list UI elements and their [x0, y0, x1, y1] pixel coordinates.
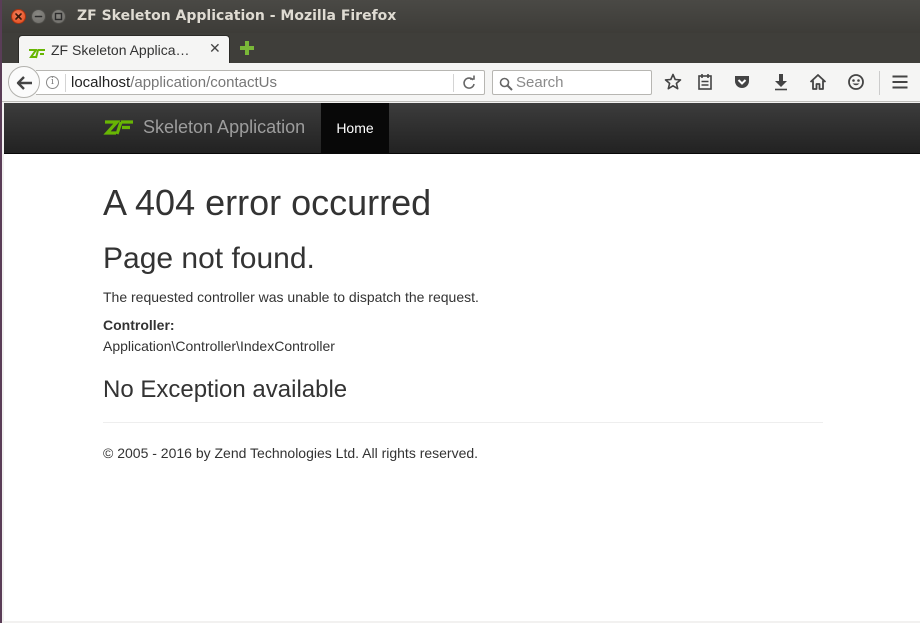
- back-button[interactable]: [8, 66, 40, 98]
- plus-icon: [240, 41, 254, 55]
- exception-heading: No Exception available: [103, 376, 348, 403]
- hamburger-menu-icon[interactable]: [891, 73, 909, 95]
- navigation-toolbar: i localhost/application/contactUs: [2, 63, 920, 102]
- site-info-icon[interactable]: i: [46, 76, 59, 89]
- nav-home-link[interactable]: Home: [321, 103, 389, 153]
- smiley-icon[interactable]: [847, 73, 865, 95]
- window-minimize-button[interactable]: [31, 9, 46, 24]
- url-host: localhost: [71, 74, 131, 91]
- footer-copyright: © 2005 - 2016 by Zend Technologies Ltd. …: [103, 445, 479, 461]
- tab-active[interactable]: ZF Skeleton Applica… ✕: [18, 35, 230, 64]
- error-subheading: Page not found.: [103, 242, 315, 275]
- reload-icon[interactable]: [461, 75, 477, 95]
- brand-name[interactable]: Skeleton Application: [143, 117, 305, 138]
- pocket-icon[interactable]: [733, 73, 751, 95]
- error-message: The requested controller was unable to d…: [103, 289, 479, 305]
- url-path: /application/contactUs: [130, 74, 277, 91]
- controller-value: Application\Controller\IndexController: [103, 338, 335, 354]
- reading-list-icon[interactable]: [697, 73, 713, 95]
- zf-logo-icon[interactable]: [103, 119, 135, 141]
- error-heading: A 404 error occurred: [103, 182, 432, 223]
- page-viewport: Skeleton Application Home A 404 error oc…: [4, 103, 920, 621]
- minimize-icon: [34, 15, 43, 18]
- url-bar[interactable]: i localhost/application/contactUs: [36, 70, 485, 95]
- search-icon: [499, 76, 513, 95]
- window-title: ZF Skeleton Application - Mozilla Firefo…: [77, 8, 397, 24]
- home-icon[interactable]: [809, 73, 827, 95]
- window-close-button[interactable]: [11, 9, 26, 24]
- download-icon[interactable]: [772, 73, 790, 95]
- tab-strip: ZF Skeleton Applica… ✕: [2, 33, 920, 64]
- back-arrow-icon: [16, 76, 32, 90]
- close-icon: [15, 13, 22, 20]
- window-maximize-button[interactable]: [51, 9, 66, 24]
- title-bar: ZF Skeleton Application - Mozilla Firefo…: [2, 0, 920, 33]
- footer-divider: [103, 422, 823, 423]
- tab-title: ZF Skeleton Applica…: [51, 42, 190, 58]
- controller-label: Controller:: [103, 317, 175, 333]
- star-icon[interactable]: [664, 73, 682, 95]
- url-separator: [65, 74, 66, 92]
- search-input[interactable]: [516, 74, 646, 91]
- url-text[interactable]: localhost/application/contactUs: [71, 74, 277, 91]
- browser-window: ZF Skeleton Application - Mozilla Firefo…: [0, 0, 920, 623]
- toolbar-separator: [879, 71, 880, 95]
- tab-close-icon[interactable]: ✕: [209, 41, 221, 57]
- maximize-icon: [54, 12, 63, 21]
- search-bar[interactable]: [492, 70, 652, 95]
- zf-favicon-icon: [28, 44, 46, 63]
- reload-separator: [453, 74, 454, 92]
- new-tab-button[interactable]: [238, 39, 256, 61]
- site-navbar: Skeleton Application Home: [4, 103, 920, 154]
